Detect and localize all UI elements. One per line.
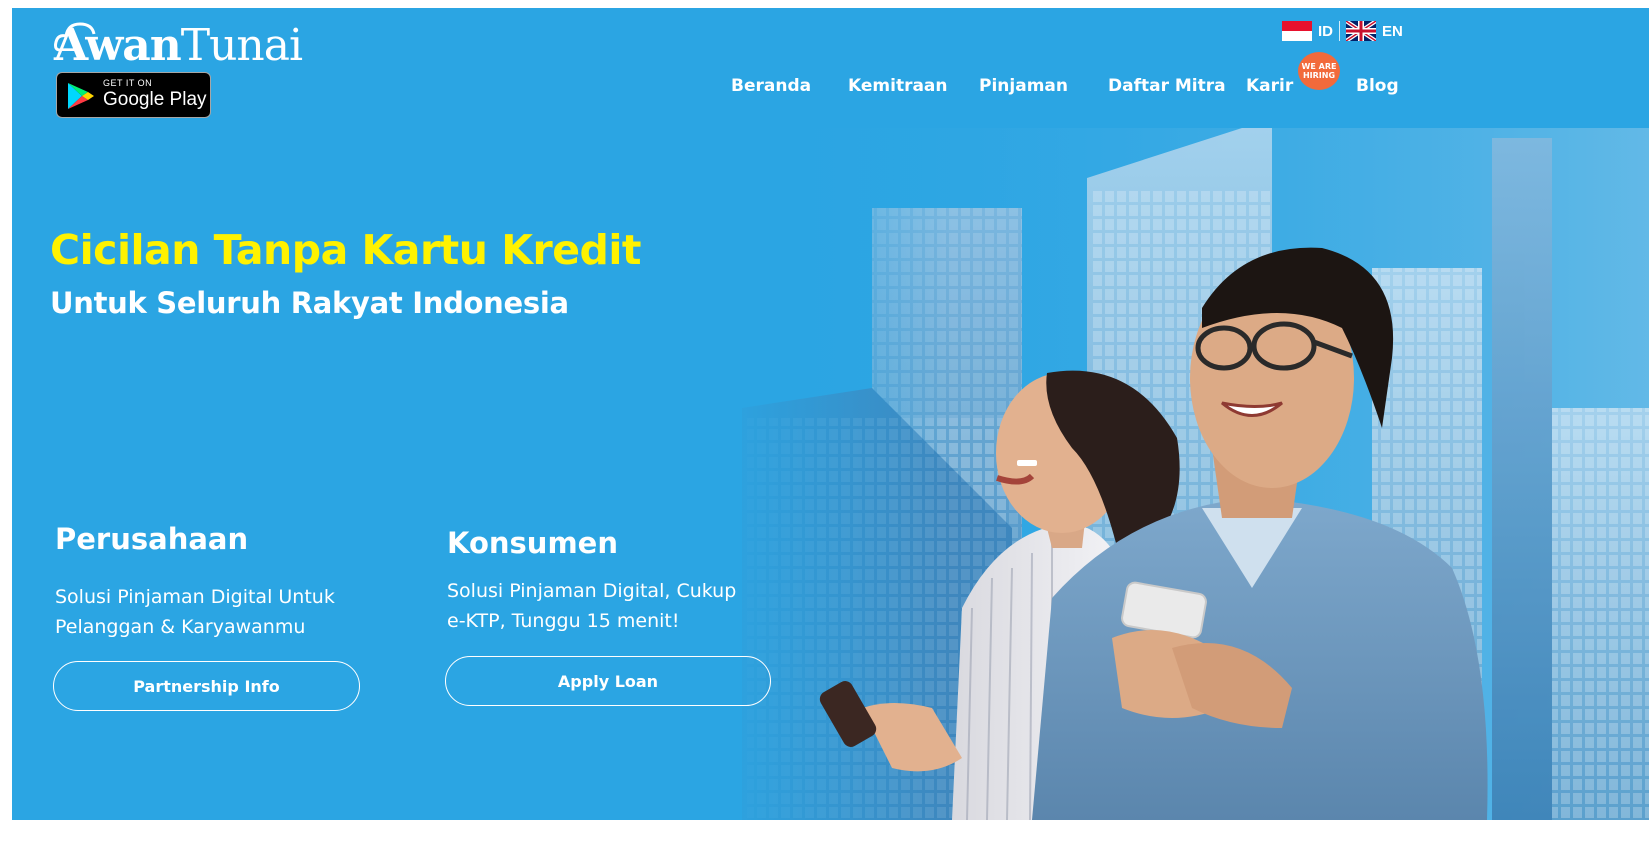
nav-beranda[interactable]: Beranda — [731, 76, 811, 96]
consumer-desc: Solusi Pinjaman Digital, Cukup e-KTP, Tu… — [447, 580, 737, 632]
hero-headline: Cicilan Tanpa Kartu Kredit — [50, 226, 642, 274]
man-figure — [1032, 247, 1488, 820]
woman-figure — [819, 370, 1180, 820]
nav-blog[interactable]: Blog — [1356, 76, 1399, 96]
nav-karir[interactable]: Karir — [1246, 76, 1293, 96]
uk-flag-icon[interactable] — [1346, 21, 1376, 41]
nav-kemitraan[interactable]: Kemitraan — [848, 76, 948, 96]
page: AwanTunai GET IT ON Google Play ID EN Be… — [12, 8, 1649, 820]
lang-id[interactable]: ID — [1318, 23, 1333, 40]
company-title: Perusahaan — [55, 522, 249, 556]
consumer-title: Konsumen — [447, 526, 618, 560]
lang-divider — [1339, 21, 1340, 41]
apply-loan-label: Apply Loan — [557, 671, 659, 691]
indonesia-flag-icon[interactable] — [1282, 21, 1312, 41]
partnership-info-button[interactable]: Partnership Info — [53, 661, 360, 711]
logo-text-tunai: Tunai — [180, 20, 303, 71]
main-nav: Beranda Kemitraan Pinjaman Daftar Mitra … — [12, 72, 1649, 102]
hiring-badge-text: WE ARE HIRING — [1301, 62, 1337, 80]
language-switcher: ID EN — [1282, 20, 1403, 42]
awantunai-logo[interactable]: AwanTunai — [54, 20, 303, 71]
hero-subheadline: Untuk Seluruh Rakyat Indonesia — [50, 286, 569, 320]
lang-en[interactable]: EN — [1382, 23, 1403, 40]
partnership-info-label: Partnership Info — [133, 676, 280, 696]
company-desc: Solusi Pinjaman Digital Untuk Pelanggan … — [55, 586, 335, 638]
apply-loan-button[interactable]: Apply Loan — [445, 656, 771, 706]
cloud-logo-icon — [54, 22, 96, 52]
nav-daftar-mitra[interactable]: Daftar Mitra — [1108, 76, 1226, 96]
nav-pinjaman[interactable]: Pinjaman — [979, 76, 1068, 96]
hiring-badge[interactable]: WE ARE HIRING — [1298, 52, 1340, 90]
